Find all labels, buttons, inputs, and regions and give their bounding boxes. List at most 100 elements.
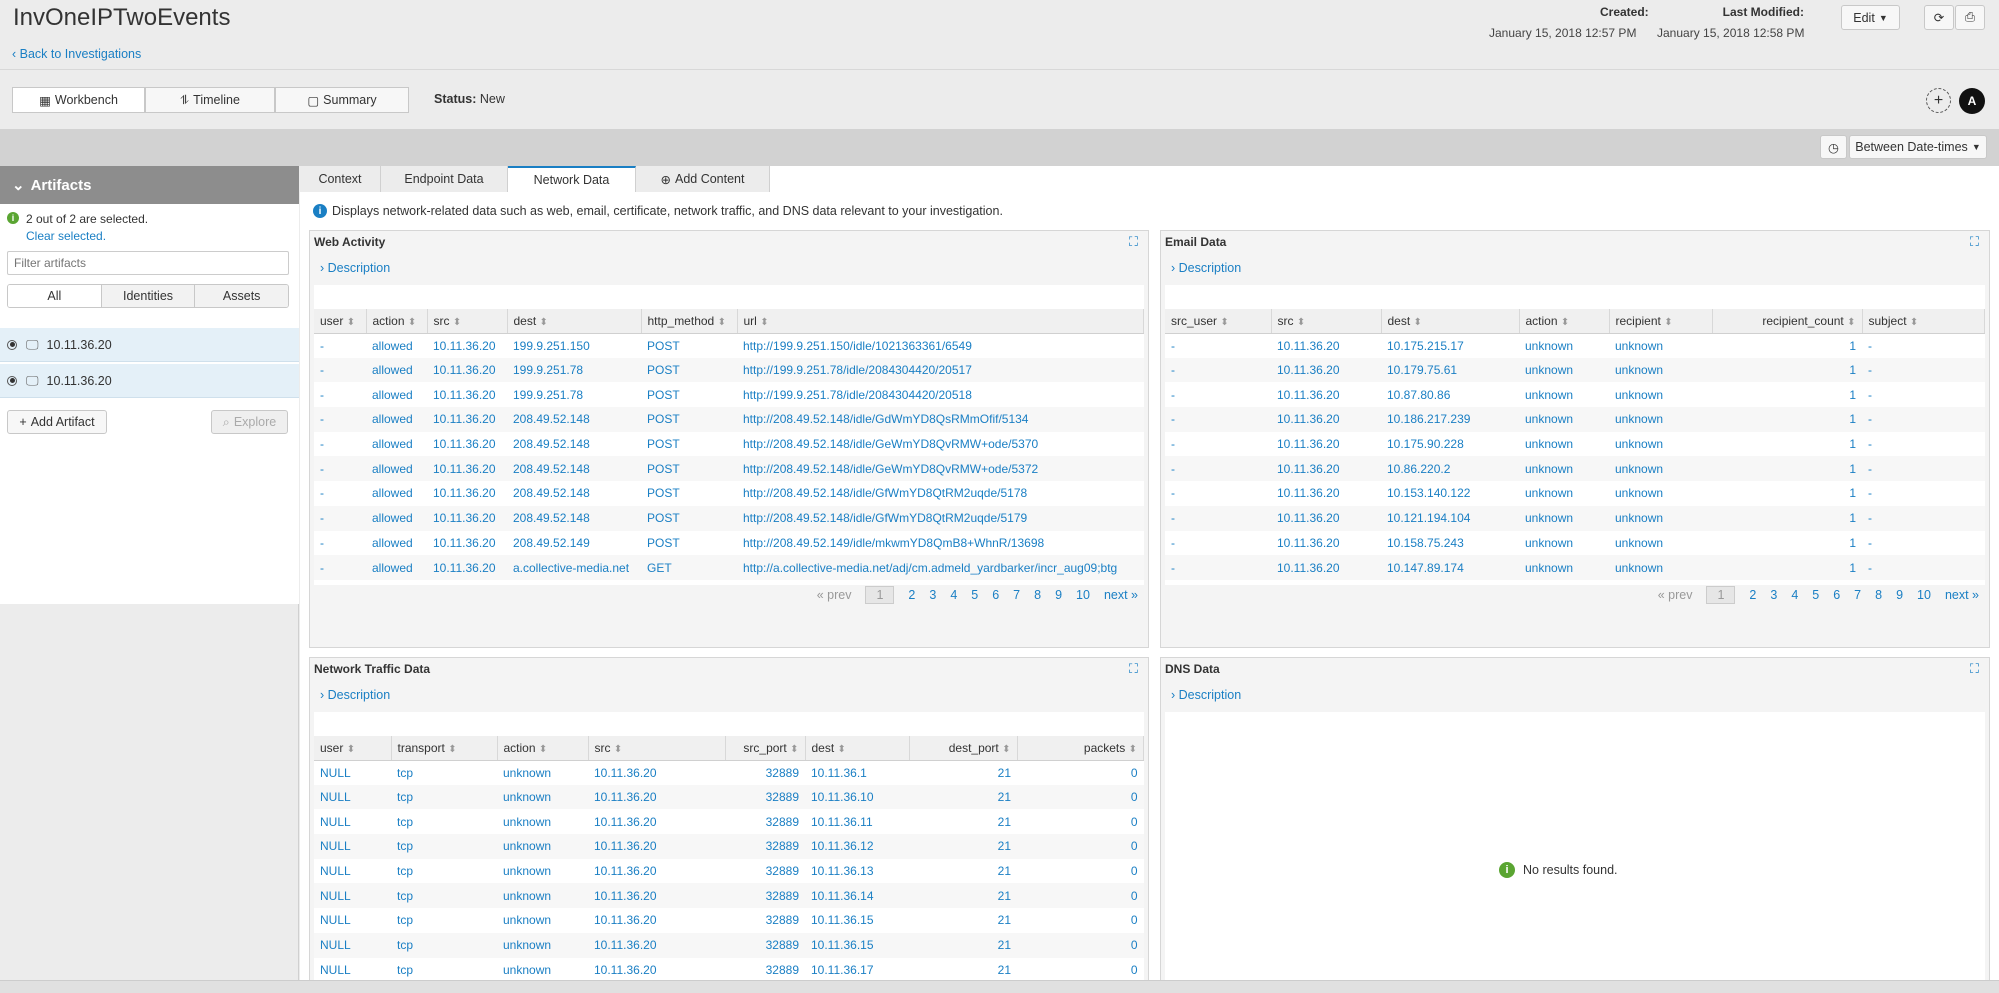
table-cell[interactable]: NULL [314,784,391,810]
table-cell[interactable]: tcp [391,883,497,909]
table-cell[interactable]: tcp [391,760,497,785]
table-cell[interactable]: - [1165,432,1271,457]
table-cell[interactable]: 1 [1712,456,1862,482]
page-link[interactable]: 2 [1749,588,1756,602]
column-header[interactable]: subject ⬍ [1862,309,1985,334]
table-cell[interactable]: 0 [1017,932,1144,958]
table-cell[interactable]: - [314,357,366,383]
table-cell[interactable]: 10.179.75.61 [1381,357,1519,383]
table-cell[interactable]: allowed [366,481,427,506]
table-cell[interactable]: 32889 [725,883,805,909]
table-cell[interactable]: - [1862,357,1985,383]
table-cell[interactable]: - [1165,481,1271,506]
page-link[interactable]: 9 [1055,588,1062,602]
table-cell[interactable]: 199.9.251.78 [507,357,641,383]
column-header[interactable]: http_method ⬍ [641,309,738,334]
next-page-link[interactable]: next » [1104,588,1138,602]
avatar[interactable]: A [1959,88,1985,114]
expand-icon[interactable]: ⛶ [1970,661,1979,677]
table-cell[interactable]: unknown [1519,505,1609,531]
table-cell[interactable]: 0 [1017,809,1144,834]
table-cell[interactable]: unknown [1519,382,1609,407]
artifact-item[interactable]: 🖵 10.11.36.20 [0,364,299,398]
table-cell[interactable]: - [1165,456,1271,482]
table-cell[interactable]: 10.11.36.20 [1271,505,1381,531]
table-cell[interactable]: 208.49.52.148 [507,407,641,432]
table-cell[interactable]: 32889 [725,760,805,785]
table-cell[interactable]: unknown [1609,382,1712,407]
table-cell[interactable]: tcp [391,908,497,933]
table-cell[interactable]: 32889 [725,859,805,884]
table-cell[interactable]: 21 [909,958,1017,983]
table-cell[interactable]: - [314,456,366,482]
table-cell[interactable]: http://208.49.52.148/idle/GeWmYD8QvRMW+o… [737,432,1144,457]
page-link[interactable]: 1 [865,586,895,604]
table-cell[interactable]: 10.11.36.20 [588,809,725,834]
table-cell[interactable]: tcp [391,784,497,810]
add-collaborator-button[interactable]: + [1926,88,1951,113]
page-link[interactable]: 9 [1896,588,1903,602]
column-header[interactable]: recipient_count ⬍ [1712,309,1863,334]
table-cell[interactable]: 0 [1017,859,1144,884]
table-cell[interactable]: unknown [497,760,588,785]
table-cell[interactable]: - [1165,505,1271,531]
table-cell[interactable]: 10.11.36.20 [588,908,725,933]
column-header[interactable]: dest ⬍ [805,736,910,761]
table-cell[interactable]: 10.11.36.20 [427,531,507,556]
table-cell[interactable]: - [314,531,366,556]
table-cell[interactable]: allowed [366,432,427,457]
table-cell[interactable]: 10.11.36.13 [805,859,909,884]
table-cell[interactable]: 10.11.36.1 [805,760,909,785]
table-cell[interactable]: http://a.collective-media.net/adj/cm.adm… [737,555,1144,580]
description-toggle[interactable]: › Description [320,688,390,702]
expand-icon[interactable]: ⛶ [1129,234,1138,250]
page-link[interactable]: 5 [971,588,978,602]
tab-endpoint-data[interactable]: Endpoint Data [381,166,508,192]
table-cell[interactable]: unknown [1609,531,1712,556]
table-cell[interactable]: 10.175.215.17 [1381,333,1519,358]
print-button[interactable]: ⎙ [1955,5,1985,30]
table-cell[interactable]: tcp [391,859,497,884]
table-cell[interactable]: NULL [314,908,391,933]
time-range-picker[interactable]: Between Date-times ▼ [1849,135,1987,159]
table-cell[interactable]: tcp [391,958,497,983]
table-cell[interactable]: - [314,333,366,358]
table-cell[interactable]: 1 [1712,382,1862,407]
table-cell[interactable]: 10.11.36.12 [805,834,909,859]
table-cell[interactable]: 10.11.36.20 [1271,333,1381,358]
table-cell[interactable]: NULL [314,859,391,884]
table-cell[interactable]: 21 [909,908,1017,933]
table-cell[interactable]: 10.11.36.20 [427,382,507,407]
table-cell[interactable]: 1 [1712,432,1862,457]
table-cell[interactable]: unknown [1519,407,1609,432]
next-page-link[interactable]: next » [1945,588,1979,602]
table-cell[interactable]: POST [641,481,737,506]
table-cell[interactable]: 1 [1712,333,1862,358]
description-toggle[interactable]: › Description [1171,261,1241,275]
table-cell[interactable]: allowed [366,505,427,531]
prev-page-link[interactable]: « prev [1658,588,1693,602]
table-cell[interactable]: tcp [391,834,497,859]
column-header[interactable]: src ⬍ [588,736,726,761]
column-header[interactable]: action ⬍ [1519,309,1610,334]
table-cell[interactable]: 10.158.75.243 [1381,531,1519,556]
table-cell[interactable]: 21 [909,760,1017,785]
table-cell[interactable]: - [314,505,366,531]
table-cell[interactable]: 1 [1712,357,1862,383]
table-cell[interactable]: unknown [497,809,588,834]
table-cell[interactable]: 10.11.36.20 [427,432,507,457]
workbench-tab[interactable]: ▦ Workbench [12,87,145,113]
table-cell[interactable]: allowed [366,555,427,580]
column-header[interactable]: dest ⬍ [507,309,642,334]
table-cell[interactable]: NULL [314,834,391,859]
table-cell[interactable]: - [1862,407,1985,432]
table-cell[interactable]: 10.87.80.86 [1381,382,1519,407]
table-cell[interactable]: NULL [314,932,391,958]
table-cell[interactable]: 1 [1712,407,1862,432]
column-header[interactable]: action ⬍ [366,309,428,334]
table-cell[interactable]: allowed [366,357,427,383]
table-cell[interactable]: unknown [497,932,588,958]
table-cell[interactable]: 10.11.36.20 [1271,382,1381,407]
table-cell[interactable]: - [1862,333,1985,358]
column-header[interactable]: dest ⬍ [1381,309,1520,334]
